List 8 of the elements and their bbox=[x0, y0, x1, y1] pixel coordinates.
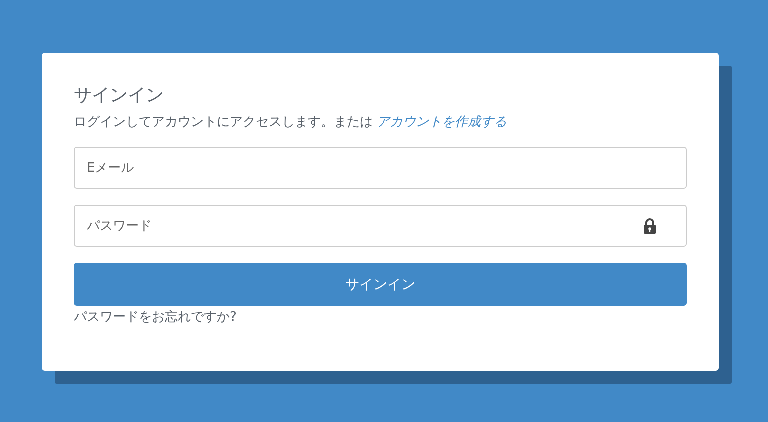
password-field[interactable]: パスワード bbox=[74, 205, 687, 247]
signin-button[interactable]: サインイン bbox=[74, 263, 687, 306]
email-field[interactable]: Eメール bbox=[74, 147, 687, 189]
signin-description: ログインしてアカウントにアクセスします。または アカウントを作成する bbox=[74, 114, 508, 132]
lock-icon bbox=[643, 218, 657, 234]
signin-title: サインイン bbox=[74, 84, 165, 108]
create-account-link[interactable]: アカウントを作成する bbox=[377, 115, 508, 130]
forgot-password-link[interactable]: パスワードをお忘れですか? bbox=[74, 308, 237, 328]
